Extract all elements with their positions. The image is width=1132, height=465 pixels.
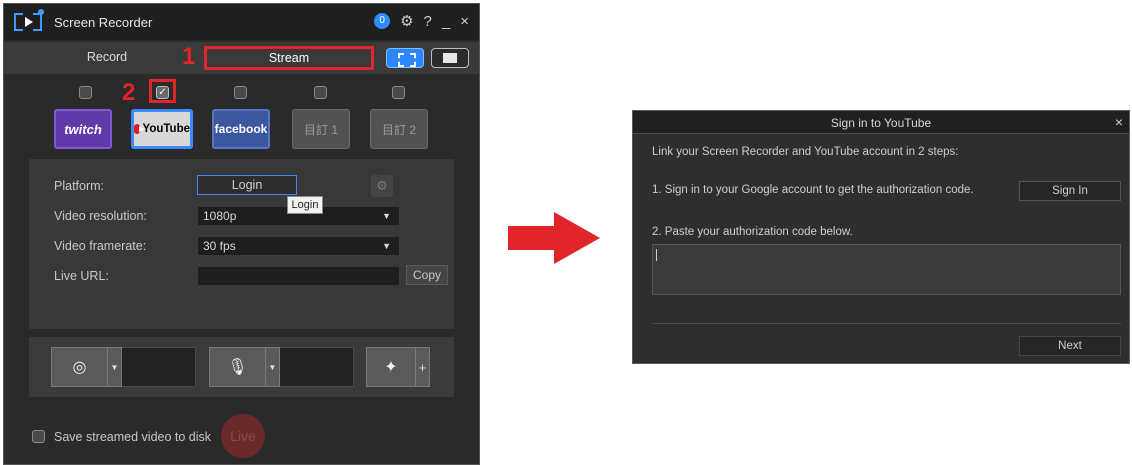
live-url-label: Live URL: bbox=[54, 269, 109, 283]
login-tooltip: Login bbox=[287, 196, 323, 214]
step-1-annotation: 1 bbox=[182, 43, 196, 70]
microphone-group: 🎙 ▼ bbox=[209, 347, 354, 387]
platform-facebook-button[interactable]: facebook bbox=[212, 109, 270, 149]
screen-recorder-logo-icon bbox=[14, 9, 44, 33]
copy-button[interactable]: Copy bbox=[406, 265, 448, 285]
save-to-disk-checkbox[interactable] bbox=[32, 430, 45, 443]
screen-recorder-window: Screen Recorder 0 ⚙ ? _ × Record Stream … bbox=[3, 3, 480, 465]
stream-settings-panel: Platform: Login ⚙ Video resolution: 1080… bbox=[29, 159, 454, 329]
platform-settings-gear-icon[interactable]: ⚙ bbox=[371, 175, 393, 197]
webcam-dropdown-icon[interactable]: ▼ bbox=[108, 347, 122, 387]
facebook-logo-label: facebook bbox=[214, 122, 268, 136]
twitch-checkbox[interactable] bbox=[79, 86, 92, 99]
live-url-field[interactable] bbox=[197, 266, 400, 286]
settings-gear-icon[interactable]: ⚙ bbox=[400, 12, 413, 30]
video-framerate-select[interactable]: 30 fps ▼ bbox=[197, 236, 400, 256]
notification-icon[interactable]: 0 bbox=[374, 13, 391, 29]
dialog-divider bbox=[652, 323, 1121, 324]
twitch-logo-label: twitch bbox=[64, 121, 102, 137]
region-capture-icon[interactable] bbox=[386, 48, 424, 68]
platform-youtube-button[interactable]: YouTube bbox=[131, 109, 193, 149]
device-bar: ◎ ▼ 🎙 ▼ ✦ + bbox=[29, 337, 454, 397]
video-resolution-label: Video resolution: bbox=[54, 209, 147, 223]
microphone-dropdown-icon[interactable]: ▼ bbox=[266, 347, 280, 387]
add-effect-icon[interactable]: + bbox=[416, 347, 430, 387]
custom2-label: 目訂 2 bbox=[381, 122, 416, 137]
mode-tabbar: Record Stream bbox=[4, 42, 479, 74]
microphone-icon[interactable]: 🎙 bbox=[209, 347, 266, 387]
right-arrow-icon bbox=[508, 212, 600, 264]
login-button[interactable]: Login bbox=[197, 175, 297, 195]
effects-group: ✦ + bbox=[366, 347, 430, 387]
webcam-group: ◎ ▼ bbox=[51, 347, 196, 387]
youtube-checkbox[interactable]: ✓ bbox=[156, 86, 169, 99]
effects-icon[interactable]: ✦ bbox=[366, 347, 416, 387]
help-icon[interactable]: ? bbox=[424, 13, 432, 30]
dialog-intro-text: Link your Screen Recorder and YouTube ac… bbox=[652, 146, 959, 158]
platform-custom2-button[interactable]: 目訂 2 bbox=[370, 109, 428, 149]
webcam-icon[interactable]: ◎ bbox=[51, 347, 108, 387]
dialog-titlebar: Sign in to YouTube × bbox=[633, 111, 1129, 134]
dialog-step1-text: 1. Sign in to your Google account to get… bbox=[652, 184, 974, 196]
custom1-checkbox[interactable] bbox=[314, 86, 327, 99]
sign-in-button[interactable]: Sign In bbox=[1019, 181, 1121, 201]
next-button[interactable]: Next bbox=[1019, 336, 1121, 356]
close-icon[interactable]: × bbox=[460, 13, 469, 30]
tab-record[interactable]: Record bbox=[62, 50, 152, 64]
sign-in-youtube-dialog: Sign in to YouTube × Link your Screen Re… bbox=[632, 110, 1130, 364]
platform-twitch-button[interactable]: twitch bbox=[54, 109, 112, 149]
titlebar: Screen Recorder 0 ⚙ ? _ × bbox=[4, 4, 479, 40]
video-framerate-label: Video framerate: bbox=[54, 239, 147, 253]
youtube-logo-label: YouTube bbox=[142, 123, 190, 135]
save-to-disk-label: Save streamed video to disk bbox=[54, 430, 212, 444]
dialog-title: Sign in to YouTube bbox=[830, 116, 932, 130]
custom1-label: 目訂 1 bbox=[303, 122, 338, 137]
microphone-volume-field bbox=[280, 347, 354, 387]
live-button[interactable]: Live bbox=[221, 414, 265, 458]
youtube-play-icon bbox=[134, 124, 144, 134]
platform-custom1-button[interactable]: 目訂 1 bbox=[292, 109, 350, 149]
dialog-close-icon[interactable]: × bbox=[1115, 114, 1123, 130]
chevron-down-icon: ▼ bbox=[382, 241, 391, 251]
tab-stream[interactable]: Stream bbox=[204, 46, 374, 70]
dialog-step2-text: 2. Paste your authorization code below. bbox=[652, 226, 853, 238]
authorization-code-field[interactable] bbox=[652, 244, 1121, 295]
video-resolution-value: 1080p bbox=[203, 209, 237, 223]
video-framerate-value: 30 fps bbox=[203, 239, 236, 253]
facebook-checkbox[interactable] bbox=[234, 86, 247, 99]
fullscreen-capture-icon[interactable] bbox=[431, 48, 469, 68]
platform-label: Platform: bbox=[54, 179, 105, 193]
custom2-checkbox[interactable] bbox=[392, 86, 405, 99]
chevron-down-icon: ▼ bbox=[382, 211, 391, 221]
webcam-volume-field bbox=[122, 347, 196, 387]
app-title: Screen Recorder bbox=[54, 14, 153, 30]
title-controls: 0 ⚙ ? _ × bbox=[374, 12, 469, 30]
text-caret bbox=[656, 249, 657, 261]
step-2-annotation: 2 bbox=[122, 79, 136, 106]
minimize-icon[interactable]: _ bbox=[442, 13, 450, 30]
